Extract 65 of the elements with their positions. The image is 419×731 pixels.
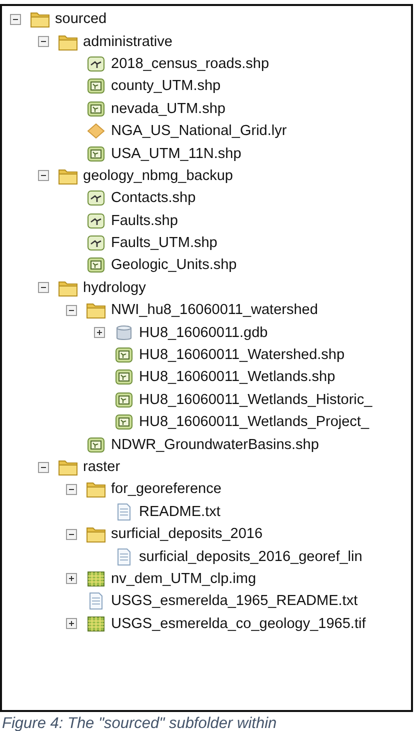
tree-toggle[interactable] <box>38 36 49 48</box>
tree-item[interactable]: nevada_UTM.shp <box>111 100 226 117</box>
tree-item[interactable]: HU8_16060011_Wetlands.shp <box>139 369 336 386</box>
tree-item[interactable]: USGS_esmerelda_co_geology_1965.tif <box>111 616 366 632</box>
polygon-feature-icon <box>86 100 106 118</box>
folder-icon <box>86 525 106 544</box>
diamond-icon <box>86 122 106 140</box>
tree-item[interactable]: NGA_US_National_Grid.lyr <box>111 123 287 140</box>
polygon-feature-icon <box>86 144 106 163</box>
tree-toggle[interactable] <box>94 327 105 338</box>
tree-item[interactable]: raster <box>83 459 120 475</box>
tree-toggle[interactable] <box>66 618 77 630</box>
tree-item[interactable]: NWI_hu8_16060011_watershed <box>111 302 318 318</box>
tree-item[interactable]: README.txt <box>139 504 220 520</box>
tree-item[interactable]: county_UTM.shp <box>111 78 221 94</box>
polygon-feature-icon <box>114 368 134 386</box>
tree-item[interactable]: surficial_deposits_2016_georef_lin <box>139 548 362 565</box>
tree-item[interactable]: HU8_16060011_Wetlands_Historic_ <box>139 392 372 408</box>
polygon-feature-icon <box>86 256 106 274</box>
polygon-feature-icon <box>86 77 106 96</box>
tree-toggle[interactable] <box>38 170 49 182</box>
tree-item[interactable]: USA_UTM_11N.shp <box>111 146 242 162</box>
raster-grid-icon <box>86 570 106 588</box>
tree-toggle[interactable] <box>38 462 49 472</box>
tree-item[interactable]: Faults_UTM.shp <box>111 235 218 252</box>
tree-item[interactable]: Contacts.shp <box>111 190 196 206</box>
figure-caption: Figure 4: The "sourced" subfolder within <box>1 715 278 731</box>
polygon-feature-icon <box>86 436 106 454</box>
line-feature-icon <box>86 189 106 208</box>
tree-item[interactable]: surficial_deposits_2016 <box>111 526 263 542</box>
tree-toggle[interactable] <box>66 528 77 540</box>
folder-icon <box>58 166 78 185</box>
folder-icon <box>58 32 78 51</box>
line-feature-icon <box>86 212 106 230</box>
tree-item[interactable]: nv_dem_UTM_clp.img <box>111 570 256 587</box>
tree-item[interactable]: HU8_16060011.gdb <box>139 324 268 341</box>
raster-grid-icon <box>86 614 106 633</box>
database-icon <box>114 324 134 342</box>
tree-toggle[interactable] <box>10 14 21 25</box>
folder-icon <box>58 278 78 297</box>
polygon-feature-icon <box>114 390 134 409</box>
folder-icon <box>86 301 106 320</box>
folder-icon <box>86 480 106 498</box>
tree-item[interactable]: HU8_16060011_Watershed.shp <box>139 347 345 364</box>
polygon-feature-icon <box>114 413 134 432</box>
tree-item[interactable]: for_georeference <box>111 481 222 498</box>
folder-icon <box>30 10 50 28</box>
folder-icon <box>58 458 78 476</box>
tree-item[interactable]: Faults.shp <box>111 212 178 229</box>
tree-item[interactable]: NDWR_GroundwaterBasins.shp <box>111 436 319 453</box>
tree-toggle[interactable] <box>66 573 77 584</box>
tree-item[interactable]: geology_nbmg_backup <box>83 168 233 184</box>
tree-item[interactable]: hydrology <box>83 280 146 296</box>
line-feature-icon <box>86 234 106 252</box>
tree-item[interactable]: Geologic_Units.shp <box>111 257 237 274</box>
tree-item[interactable]: USGS_esmerelda_1965_README.txt <box>111 593 358 610</box>
line-feature-icon <box>86 54 106 73</box>
tree-item[interactable]: sourced <box>55 11 107 28</box>
tree-item[interactable]: HU8_16060011_Wetlands_Project_ <box>139 414 370 430</box>
tree-item[interactable]: administrative <box>83 34 172 50</box>
tree-toggle[interactable] <box>38 282 49 294</box>
tree-item[interactable]: 2018_census_roads.shp <box>111 56 270 72</box>
polygon-feature-icon <box>114 346 134 364</box>
tree-toggle[interactable] <box>66 304 77 316</box>
tree-toggle[interactable] <box>66 484 77 495</box>
